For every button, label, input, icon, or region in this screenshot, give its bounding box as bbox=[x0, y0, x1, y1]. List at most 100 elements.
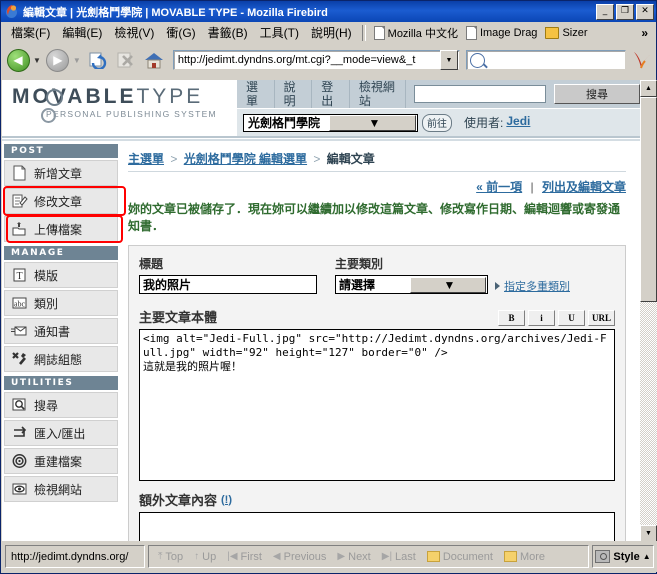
status-nav-previous[interactable]: ◀ Previous bbox=[268, 551, 332, 563]
menu-tools[interactable]: 工具(T) bbox=[254, 22, 305, 43]
up-icon: ↑ bbox=[194, 551, 200, 562]
multi-category-link[interactable]: 指定多重類別 bbox=[504, 278, 570, 294]
bookmark-sizer[interactable]: Sizer bbox=[541, 26, 591, 40]
mt-menu-logout[interactable]: 登出 bbox=[312, 80, 350, 108]
back-button[interactable]: ◀ bbox=[5, 47, 31, 73]
mt-menu-viewsite[interactable]: 檢視網站 bbox=[350, 80, 407, 108]
sidebar-item-notification[interactable]: 通知書 bbox=[4, 318, 118, 344]
status-nav-first[interactable]: |◀ First bbox=[222, 551, 267, 563]
scroll-down-button[interactable]: ▼ bbox=[640, 525, 657, 542]
sidebar-item-label: 通知書 bbox=[34, 324, 71, 339]
status-nav-label: Top bbox=[165, 550, 184, 563]
body-textarea[interactable]: <img alt="Jedi-Full.jpg" src="http://Jed… bbox=[139, 329, 615, 481]
bookmark-label: Image Drag bbox=[479, 26, 538, 39]
sidebar-item-new-post[interactable]: 新增文章 bbox=[4, 160, 118, 186]
scrollbar-thumb[interactable] bbox=[640, 97, 657, 302]
close-button[interactable]: ✕ bbox=[636, 3, 654, 20]
sidebar-section-manage: MANAGE bbox=[4, 246, 118, 260]
status-nav-more[interactable]: More bbox=[499, 551, 550, 563]
sidebar-item-rebuild[interactable]: 重建檔案 bbox=[4, 448, 118, 474]
mt-search-button[interactable]: 搜尋 bbox=[554, 84, 640, 104]
italic-button[interactable]: i bbox=[527, 310, 555, 326]
status-message: 妳的文章已被儲存了．現在妳可以繼續加以修改這篇文章、修改寫作日期、編輯迴響或寄發… bbox=[128, 202, 621, 233]
bookmark-mozilla-zh[interactable]: Mozilla 中文化 bbox=[370, 24, 462, 42]
blog-config-icon bbox=[11, 351, 28, 367]
status-nav-up[interactable]: ↑ Up bbox=[189, 551, 221, 563]
maximize-button[interactable]: ❐ bbox=[616, 3, 634, 20]
stop-button[interactable] bbox=[113, 47, 139, 73]
status-nav-document[interactable]: Document bbox=[422, 551, 498, 563]
view-site-icon bbox=[11, 481, 28, 497]
status-nav-label: More bbox=[519, 550, 546, 563]
url-button[interactable]: URL bbox=[587, 310, 615, 326]
sidebar-item-category[interactable]: abc 類別 bbox=[4, 290, 118, 316]
sidebar-item-view-site[interactable]: 檢視網站 bbox=[4, 476, 118, 502]
scroll-up-button[interactable]: ▲ bbox=[640, 80, 657, 97]
minimize-button[interactable]: _ bbox=[596, 3, 614, 20]
bookmark-image-drag[interactable]: Image Drag bbox=[462, 25, 541, 41]
folder-icon bbox=[426, 551, 440, 562]
previous-item-link[interactable]: « 前一項 bbox=[476, 180, 522, 194]
title-input[interactable]: 我的照片 bbox=[139, 275, 317, 294]
user-link[interactable]: Jedi bbox=[506, 114, 530, 131]
forward-dropdown-icon[interactable]: ▼ bbox=[73, 56, 81, 65]
forward-button[interactable]: ▶ bbox=[45, 47, 71, 73]
back-dropdown-icon[interactable]: ▼ bbox=[33, 56, 41, 65]
status-nav-panel: ⤒ Top ↑ Up |◀ First ◀ Previous ▶ Next ▶|… bbox=[148, 545, 589, 568]
status-nav-top[interactable]: ⤒ Top bbox=[153, 551, 188, 563]
breadcrumb-root[interactable]: 主選單 bbox=[128, 152, 164, 166]
sidebar-item-template[interactable]: T 模版 bbox=[4, 262, 118, 288]
status-nav-last[interactable]: ▶| Last bbox=[377, 551, 421, 563]
chevron-down-icon[interactable]: ▼ bbox=[410, 276, 486, 293]
status-nav-label: Previous bbox=[283, 550, 327, 563]
menu-go[interactable]: 衝(G) bbox=[160, 22, 201, 43]
list-edit-posts-link[interactable]: 列出及編輯文章 bbox=[542, 180, 626, 194]
url-dropdown-button[interactable]: ▼ bbox=[440, 50, 458, 70]
sidebar-item-blog-config[interactable]: 網誌組態 bbox=[4, 346, 118, 372]
bookmarks-overflow-button[interactable]: » bbox=[641, 26, 652, 40]
sidebar-item-label: 重建檔案 bbox=[34, 454, 83, 469]
template-icon: T bbox=[11, 267, 28, 283]
underline-button[interactable]: U bbox=[557, 310, 585, 326]
sidebar-item-import-export[interactable]: 匯入/匯出 bbox=[4, 420, 118, 446]
bold-button[interactable]: B bbox=[497, 310, 525, 326]
search-bar[interactable] bbox=[466, 50, 626, 70]
url-input[interactable]: http://jedimt.dyndns.org/mt.cgi?__mode=v… bbox=[174, 54, 439, 66]
url-bar[interactable]: http://jedimt.dyndns.org/mt.cgi?__mode=v… bbox=[172, 50, 460, 70]
category-field-group: 主要類別 請選擇 ▼ 指定多重類別 bbox=[335, 255, 570, 294]
scrollbar-track[interactable] bbox=[640, 97, 657, 525]
blog-select[interactable]: 光劍格鬥學院 ▼ bbox=[243, 113, 418, 132]
go-button[interactable]: 前往 bbox=[422, 113, 452, 132]
menu-view[interactable]: 檢視(V) bbox=[108, 22, 160, 43]
menu-edit[interactable]: 編輯(E) bbox=[56, 22, 108, 43]
document-icon bbox=[373, 25, 385, 40]
chevron-down-icon[interactable]: ▼ bbox=[329, 114, 416, 131]
extended-textarea[interactable] bbox=[139, 512, 615, 542]
category-select[interactable]: 請選擇 ▼ bbox=[335, 275, 488, 294]
extended-help-link[interactable]: (!) bbox=[221, 494, 232, 506]
rebuild-icon bbox=[11, 453, 28, 469]
navigation-toolbar: ◀ ▼ ▶ ▼ http://jedimt.dyndns.org/mt.cgi?… bbox=[1, 44, 656, 76]
next-icon: ▶ bbox=[337, 551, 346, 562]
sidebar-item-label: 檢視網站 bbox=[34, 482, 83, 497]
sidebar-item-label: 修改文章 bbox=[34, 194, 83, 209]
sidebar-item-label: 匯入/匯出 bbox=[34, 426, 86, 441]
body-label: 主要文章本體 bbox=[139, 310, 218, 325]
category-icon: abc bbox=[11, 295, 28, 311]
breadcrumb-blog[interactable]: 光劍格鬥學院 編輯選單 bbox=[184, 152, 307, 166]
status-nav-next[interactable]: ▶ Next bbox=[332, 551, 375, 563]
menu-help[interactable]: 說明(H) bbox=[305, 22, 358, 43]
page-scrollbar[interactable]: ▲ ▼ bbox=[640, 80, 657, 542]
menu-bookmarks[interactable]: 書籤(B) bbox=[202, 22, 254, 43]
status-nav-label: First bbox=[240, 550, 262, 563]
mt-menu-main[interactable]: 選單 bbox=[237, 80, 275, 108]
status-style-button[interactable]: Style ▲ bbox=[592, 545, 654, 568]
sidebar-item-edit-post[interactable]: 修改文章 bbox=[4, 188, 118, 214]
sidebar-item-search[interactable]: 搜尋 bbox=[4, 392, 118, 418]
sidebar-item-upload-file[interactable]: 上傳檔案 bbox=[4, 215, 123, 243]
reload-button[interactable] bbox=[85, 47, 111, 73]
menu-file[interactable]: 檔案(F) bbox=[5, 22, 56, 43]
home-button[interactable] bbox=[141, 47, 167, 73]
mt-search-input[interactable] bbox=[414, 85, 547, 103]
mt-menu-help[interactable]: 說明 bbox=[275, 80, 313, 108]
